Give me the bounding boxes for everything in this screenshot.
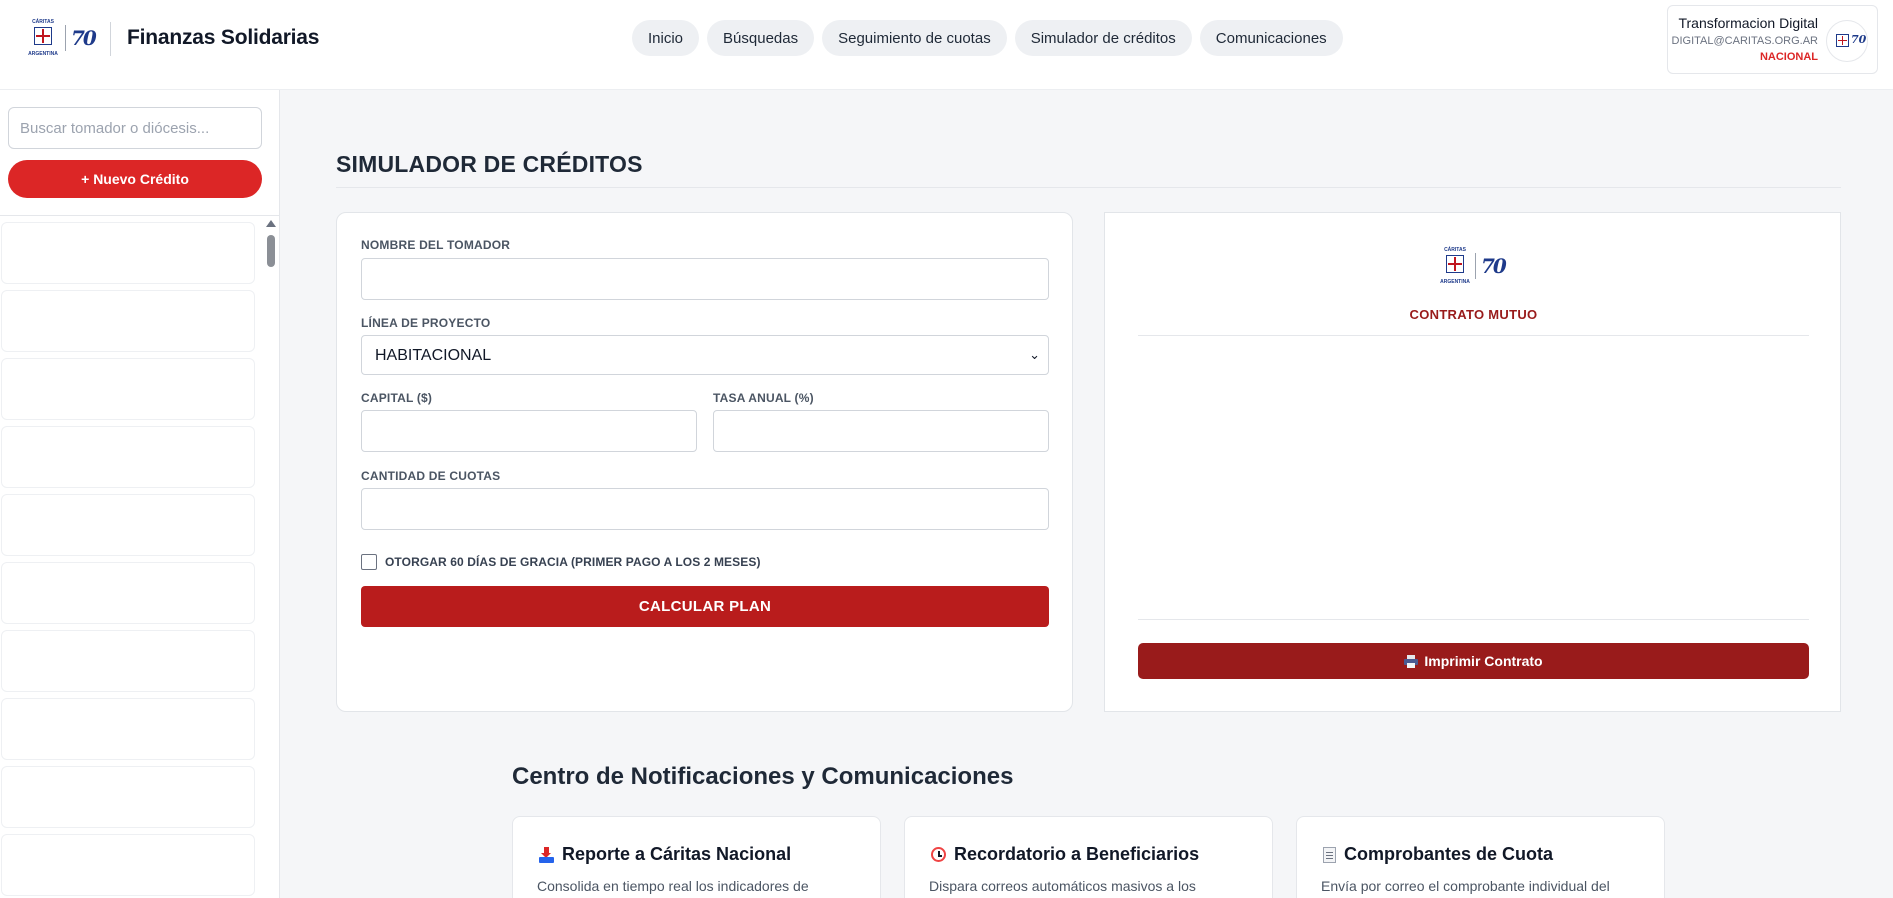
scroll-thumb[interactable] [267, 235, 275, 267]
sidebar-scrollbar[interactable] [264, 218, 278, 898]
alarm-clock-icon [931, 847, 946, 862]
nav-seguimiento-cuotas[interactable]: Seguimiento de cuotas [822, 20, 1007, 56]
grace-period-checkbox[interactable] [361, 554, 377, 570]
capital-label: CAPITAL ($) [361, 391, 433, 405]
page-title: SIMULADOR DE CRÉDITOS [336, 151, 643, 177]
printer-icon [1404, 654, 1419, 668]
avatar[interactable]: 70 [1826, 20, 1868, 62]
app-title: Finanzas Solidarias [127, 26, 320, 49]
credit-list [0, 218, 262, 898]
anniversary-badge: 70 [1851, 33, 1867, 46]
contract-divider [1138, 619, 1809, 620]
contract-preview: CÁRITAS ARGENTINA 70 CONTRATO MUTUO Impr… [1104, 212, 1841, 712]
anniversary-badge: 70 [71, 26, 97, 50]
notification-card-desc: Envía por correo el comprobante individu… [1321, 878, 1610, 894]
user-email: DIGITAL@CARITAS.ORG.AR [1671, 35, 1818, 47]
user-profile-card[interactable]: Transformacion Digital DIGITAL@CARITAS.O… [1667, 5, 1878, 74]
notification-card-desc: Consolida en tiempo real los indicadores… [537, 878, 809, 894]
search-input[interactable] [8, 107, 262, 149]
rate-label: TASA ANUAL (%) [713, 391, 814, 405]
list-item[interactable] [1, 562, 255, 624]
nav-busquedas[interactable]: Búsquedas [707, 20, 815, 56]
capital-input[interactable] [361, 410, 697, 452]
sidebar: + Nuevo Crédito [0, 90, 280, 898]
sidebar-divider [0, 215, 279, 216]
contract-title: CONTRATO MUTUO [1409, 307, 1538, 322]
notification-card-title: Comprobantes de Cuota [1344, 844, 1554, 864]
contract-divider [1138, 335, 1809, 336]
installments-label: CANTIDAD DE CUOTAS [361, 469, 501, 483]
logo-bottom-text: ARGENTINA [28, 51, 58, 57]
list-item[interactable] [1, 766, 255, 828]
notification-card-desc: Dispara correos automáticos masivos a lo… [929, 878, 1196, 894]
list-item[interactable] [1, 494, 255, 556]
nav-comunicaciones[interactable]: Comunicaciones [1199, 20, 1343, 56]
brand-logo[interactable]: CÁRITAS ARGENTINA 70 [26, 18, 97, 58]
notification-card-title: Reporte a Cáritas Nacional [562, 844, 792, 864]
logo-top-text: CÁRITAS [1444, 247, 1466, 253]
installments-input[interactable] [361, 488, 1049, 530]
scroll-up-icon[interactable] [266, 220, 276, 227]
top-header: CÁRITAS ARGENTINA 70 Finanzas Solidarias… [0, 0, 1893, 90]
project-line-select[interactable]: HABITACIONAL ⌄ [361, 335, 1049, 375]
project-line-value: HABITACIONAL [375, 347, 492, 364]
annual-rate-input[interactable] [713, 410, 1049, 452]
list-item[interactable] [1, 698, 255, 760]
logo-bottom-text: ARGENTINA [1440, 279, 1470, 285]
list-item[interactable] [1, 222, 255, 284]
caritas-logo-icon [1836, 34, 1849, 47]
print-contract-button[interactable]: Imprimir Contrato [1138, 643, 1809, 679]
notifications-title: Centro de Notificaciones y Comunicacione… [512, 763, 1014, 790]
list-item[interactable] [1, 630, 255, 692]
chevron-down-icon: ⌄ [1029, 347, 1040, 362]
notification-card-title: Recordatorio a Beneficiarios [954, 844, 1200, 864]
contract-logo: CÁRITAS ARGENTINA 70 [1438, 246, 1510, 286]
user-name: Transformacion Digital [1678, 15, 1818, 31]
notification-card-receipts[interactable]: Comprobantes de Cuota Envía por correo e… [1296, 816, 1665, 898]
main-nav: Inicio Búsquedas Seguimiento de cuotas S… [632, 20, 1343, 56]
notification-card-reminder[interactable]: Recordatorio a Beneficiarios Dispara cor… [904, 816, 1273, 898]
outbox-tray-icon [539, 846, 554, 863]
receipt-icon [1323, 846, 1336, 863]
user-role: NACIONAL [1759, 51, 1818, 63]
new-credit-button[interactable]: + Nuevo Crédito [8, 160, 262, 198]
simulator-form: NOMBRE DEL TOMADOR LÍNEA DE PROYECTO HAB… [336, 212, 1073, 712]
logo-top-text: CÁRITAS [32, 19, 54, 25]
grace-period-label[interactable]: OTORGAR 60 DÍAS DE GRACIA (PRIMER PAGO A… [385, 555, 761, 569]
calculate-plan-button[interactable]: CALCULAR PLAN [361, 586, 1049, 627]
title-divider [336, 187, 1841, 188]
nav-simulador-creditos[interactable]: Simulador de créditos [1014, 20, 1192, 56]
borrower-label: NOMBRE DEL TOMADOR [361, 238, 511, 252]
project-line-label: LÍNEA DE PROYECTO [361, 316, 491, 330]
list-item[interactable] [1, 358, 255, 420]
brand-divider [110, 22, 111, 56]
caritas-logo-icon: CÁRITAS ARGENTINA [1438, 246, 1470, 286]
print-contract-label: Imprimir Contrato [1424, 653, 1543, 669]
anniversary-badge: 70 [1481, 254, 1507, 278]
caritas-logo-icon: CÁRITAS ARGENTINA [26, 18, 60, 58]
list-item[interactable] [1, 426, 255, 488]
notification-card-report[interactable]: Reporte a Cáritas Nacional Consolida en … [512, 816, 881, 898]
nav-inicio[interactable]: Inicio [632, 20, 700, 56]
list-item[interactable] [1, 834, 255, 896]
list-item[interactable] [1, 290, 255, 352]
borrower-name-input[interactable] [361, 258, 1049, 300]
